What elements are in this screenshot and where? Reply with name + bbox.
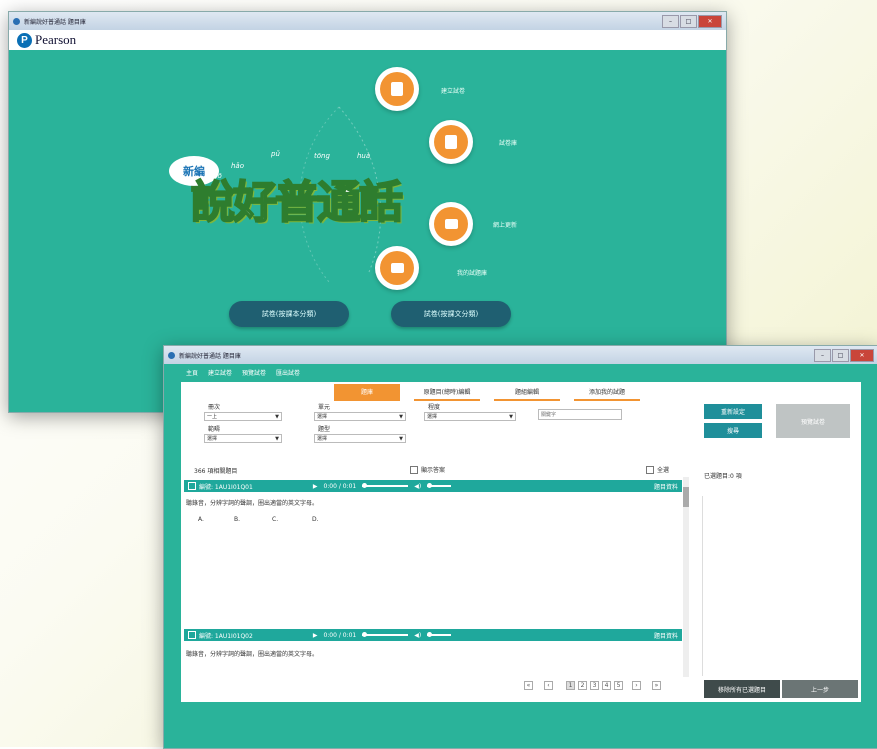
paper-by-textbook-button[interactable]: 試卷(按課本分類) xyxy=(229,301,349,327)
question-detail-link[interactable]: 題目資料 xyxy=(654,631,678,640)
answer-option: A. xyxy=(198,516,204,523)
scope-select[interactable]: 選擇 ▼ xyxy=(204,434,282,443)
breadcrumb-preview[interactable]: 預覽試卷 xyxy=(242,368,266,377)
audio-player: ▶ 0:00 / 0:01 ◀) xyxy=(313,482,452,490)
document-icon xyxy=(391,82,403,96)
keyword-input[interactable] xyxy=(538,409,622,420)
difficulty-label: 程度 xyxy=(428,404,441,411)
question-list-scrollbar[interactable] xyxy=(683,477,689,677)
answer-option: D. xyxy=(312,516,319,523)
page-button[interactable]: 4 xyxy=(602,681,611,690)
breadcrumb-export[interactable]: 匯出試卷 xyxy=(276,368,300,377)
tab-add-my-question[interactable]: 添加我的試題 xyxy=(574,384,640,401)
show-answer-checkbox[interactable]: 顯示答案 xyxy=(410,465,445,474)
unit-label: 單元 xyxy=(318,404,331,411)
play-icon[interactable]: ▶ xyxy=(313,632,318,639)
audio-progress-slider[interactable] xyxy=(362,632,409,637)
menu-label: 網上更新 xyxy=(493,222,518,229)
volume-slider[interactable] xyxy=(427,483,452,488)
question-bank-window: 新編說好普通話 題目庫 – □ ✕ 主頁 建立試卷 預覽試卷 匯出試卷 題庫 原… xyxy=(163,345,877,749)
page-last-button[interactable]: » xyxy=(652,681,661,690)
online-update-button[interactable] xyxy=(429,202,473,246)
breadcrumb-create[interactable]: 建立試卷 xyxy=(208,368,232,377)
breadcrumb: 主頁 建立試卷 預覽試卷 匯出試卷 xyxy=(186,368,300,377)
reset-button[interactable]: 重新設定 xyxy=(704,404,762,419)
page-button[interactable]: 3 xyxy=(590,681,599,690)
back-button[interactable]: 上一步 xyxy=(782,680,858,698)
audio-time: 0:00 / 0:01 xyxy=(323,631,357,639)
book-select[interactable]: 一上 ▼ xyxy=(204,412,282,421)
breadcrumb-home[interactable]: 主頁 xyxy=(186,368,198,377)
page-first-button[interactable]: « xyxy=(524,681,533,690)
tab-edit-original[interactable]: 原題目(總時)編輯 xyxy=(414,384,480,401)
unit-select[interactable]: 選擇 ▼ xyxy=(314,412,406,421)
menu-label: 我的試題庫 xyxy=(457,270,488,277)
product-logo-title: 說好普通話 xyxy=(190,176,404,229)
volume-icon[interactable]: ◀) xyxy=(414,632,421,639)
tab-bar: 題庫 原題目(總時)編輯 題組編輯 添加我的試題 xyxy=(334,384,640,401)
scope-label: 範疇 xyxy=(208,426,221,433)
type-label: 題型 xyxy=(318,426,331,433)
paper-library-button[interactable] xyxy=(429,120,473,164)
page-next-button[interactable]: › xyxy=(632,681,641,690)
pinyin-label: shuō xyxy=(205,172,222,180)
book-label: 冊次 xyxy=(208,404,221,411)
cast-icon xyxy=(444,219,458,229)
question-checkbox[interactable] xyxy=(188,631,196,639)
pinyin-label: tōng xyxy=(314,152,330,160)
window-titlebar: 新編說好普通話 題目庫 – □ ✕ xyxy=(164,346,877,364)
minimize-button[interactable]: – xyxy=(814,348,831,362)
difficulty-select[interactable]: 選擇 ▼ xyxy=(424,412,516,421)
close-button[interactable]: ✕ xyxy=(850,348,874,362)
create-paper-button[interactable] xyxy=(375,67,419,111)
app-icon xyxy=(168,351,175,359)
my-question-bank-button[interactable] xyxy=(375,246,419,290)
tab-group-edit[interactable]: 題組編輯 xyxy=(494,384,560,401)
question-checkbox[interactable] xyxy=(188,482,196,490)
pinyin-label: huà xyxy=(357,152,371,160)
open-book-icon xyxy=(390,263,404,273)
menu-label: 建立試卷 xyxy=(441,88,466,95)
preview-paper-button[interactable]: 預覽試卷 xyxy=(776,404,850,438)
question-header: 編號: 1AU1I01Q01 ▶ 0:00 / 0:01 ◀) 題目資料 xyxy=(184,480,682,492)
window-title: 新編說好普通話 題目庫 xyxy=(179,352,241,360)
type-select[interactable]: 選擇 ▼ xyxy=(314,434,406,443)
answer-option: B. xyxy=(234,516,241,523)
audio-player: ▶ 0:00 / 0:01 ◀) xyxy=(313,631,452,639)
selected-count: 已選題目:0 項 xyxy=(704,473,742,480)
menu-label: 試卷庫 xyxy=(499,140,518,147)
question-detail-link[interactable]: 題目資料 xyxy=(654,482,678,491)
page-prev-button[interactable]: ‹ xyxy=(544,681,553,690)
volume-icon[interactable]: ◀) xyxy=(414,483,421,490)
page-button[interactable]: 2 xyxy=(578,681,587,690)
play-icon[interactable]: ▶ xyxy=(313,483,318,490)
tab-question-bank[interactable]: 題庫 xyxy=(334,384,400,401)
search-button[interactable]: 搜尋 xyxy=(704,423,762,438)
volume-slider[interactable] xyxy=(427,632,452,637)
paper-by-lesson-button[interactable]: 試卷(按課文分類) xyxy=(391,301,511,327)
question-prompt: 聽錄音，分辨字詞的聲調，圈出適當的英文字母。 xyxy=(186,651,319,658)
question-prompt: 聽錄音，分辨字詞的聲調，圈出適當的英文字母。 xyxy=(186,500,319,507)
pinyin-label: hǎo xyxy=(231,162,245,170)
pinyin-label: pǔ xyxy=(271,150,280,158)
selected-questions-panel xyxy=(702,496,859,676)
maximize-button[interactable]: □ xyxy=(832,348,849,362)
result-count: 366 項相關題目 xyxy=(194,468,238,475)
page-button[interactable]: 5 xyxy=(614,681,623,690)
answer-option: C. xyxy=(272,516,279,523)
audio-time: 0:00 / 0:01 xyxy=(323,482,357,490)
question-id: 編號: 1AU1I01Q02 xyxy=(199,632,253,640)
page-button[interactable]: 1 xyxy=(566,681,575,690)
book-stack-icon xyxy=(445,135,457,149)
question-header: 編號: 1AU1I01Q02 ▶ 0:00 / 0:01 ◀) 題目資料 xyxy=(184,629,682,641)
question-id: 編號: 1AU1I01Q01 xyxy=(199,483,253,491)
remove-all-selected-button[interactable]: 移除所有已選題目 xyxy=(704,680,780,698)
audio-progress-slider[interactable] xyxy=(362,483,409,488)
select-all-checkbox[interactable]: 全選 xyxy=(646,465,669,474)
